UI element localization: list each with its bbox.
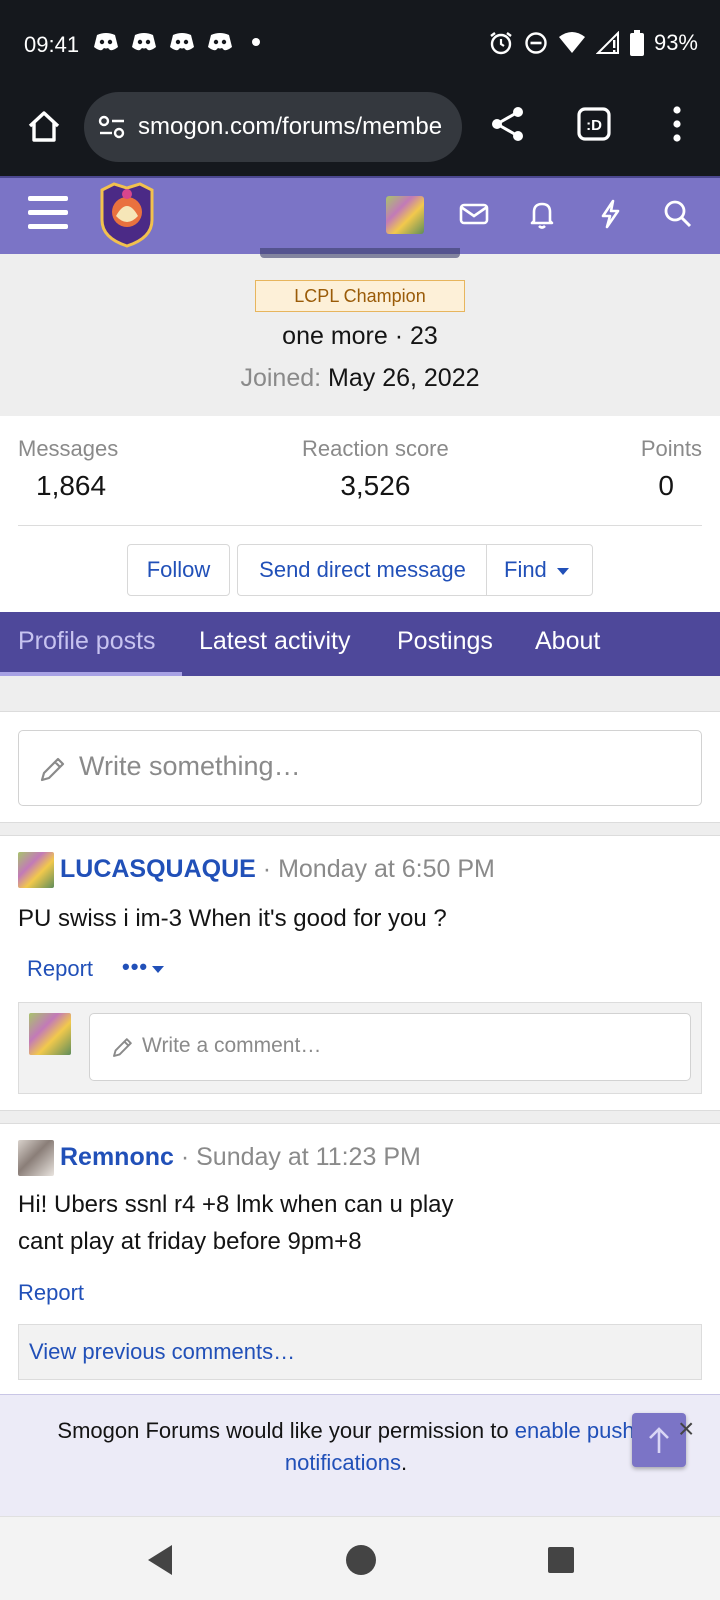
bolt-icon[interactable]	[592, 196, 628, 232]
post-body: PU swiss i im-3 When it's good for you ?	[18, 900, 447, 937]
stat-label: Messages	[18, 436, 119, 461]
pencil-icon	[113, 1038, 132, 1057]
push-notification-banner: Smogon Forums would like your permission…	[0, 1394, 720, 1516]
wifi-icon	[558, 32, 585, 53]
home-icon[interactable]	[24, 106, 64, 146]
user-banner: LCPL Champion	[255, 280, 465, 312]
push-message: Smogon Forums would like your permission…	[36, 1415, 656, 1479]
signal-icon	[595, 31, 619, 54]
username-cropped	[260, 248, 460, 258]
post-body-line: Hi! Ubers ssnl r4 +8 lmk when can u play	[18, 1191, 454, 1218]
joined-label: Joined:	[240, 364, 322, 392]
back-icon[interactable]	[148, 1545, 172, 1575]
status-time: 09:41	[24, 32, 80, 57]
post-username[interactable]: Remnonc	[60, 1143, 174, 1171]
menu-icon[interactable]	[28, 196, 68, 232]
member-stats: Messages 1,864 Reaction score 3,526 Poin…	[18, 416, 702, 526]
find-dropdown-button[interactable]: Find	[486, 544, 593, 596]
share-icon[interactable]	[488, 104, 528, 144]
chevron-down-icon	[556, 567, 569, 575]
battery-percent: 93%	[653, 30, 698, 55]
tab-postings[interactable]: Postings	[397, 612, 493, 676]
section-separator	[0, 822, 720, 836]
svg-text::D: :D	[586, 117, 602, 134]
search-icon[interactable]	[660, 196, 696, 232]
stat-messages[interactable]: Messages 1,864	[18, 436, 118, 502]
alarm-icon	[490, 32, 512, 55]
system-status-icons: 93%	[488, 30, 698, 56]
system-navigation-bar	[0, 1516, 720, 1600]
joined-line: Joined: May 26, 2022	[0, 364, 720, 393]
post-body-line: PU swiss i im-3 When it's good for you ?	[18, 905, 447, 932]
section-spacer	[0, 676, 720, 712]
avatar[interactable]	[29, 1013, 71, 1055]
overflow-menu-icon[interactable]	[664, 104, 690, 144]
write-comment-input[interactable]: Write a comment…	[89, 1013, 691, 1081]
write-something-input[interactable]: Write something…	[18, 730, 702, 806]
address-bar[interactable]: smogon.com/forums/membe	[84, 92, 462, 162]
url-text: smogon.com/forums/membe	[138, 113, 443, 140]
profile-header: LCPL Champion one more · 23 Joined: May …	[0, 248, 720, 416]
post-header: LUCASQUAQUE · Monday at 6:50 PM	[60, 855, 495, 884]
tab-about[interactable]: About	[535, 612, 600, 676]
close-button[interactable]: ×	[678, 1413, 694, 1445]
joined-date: May 26, 2022	[328, 364, 480, 392]
report-link[interactable]: Report	[18, 1280, 84, 1306]
section-separator	[0, 1110, 720, 1124]
more-notifications-dot	[252, 38, 260, 46]
stat-reaction-score[interactable]: Reaction score 3,526	[302, 436, 449, 502]
post-time[interactable]: · Sunday at 11:23 PM	[181, 1143, 421, 1171]
dnd-icon	[525, 32, 547, 54]
mail-icon[interactable]	[456, 196, 492, 232]
notification-icons	[92, 30, 260, 54]
stat-value: 3,526	[340, 470, 411, 501]
battery-icon	[629, 30, 644, 56]
browser-toolbar: smogon.com/forums/membe :D	[0, 88, 720, 176]
comment-placeholder: Write a comment…	[142, 1034, 322, 1057]
post-body: Hi! Ubers ssnl r4 +8 lmk when can u play…	[18, 1186, 454, 1260]
stat-value: 1,864	[36, 470, 107, 501]
bell-icon[interactable]	[524, 196, 560, 232]
site-settings-icon[interactable]	[98, 114, 126, 140]
post-time[interactable]: · Monday at 6:50 PM	[263, 855, 495, 883]
view-previous-comments-link[interactable]: View previous comments…	[29, 1339, 295, 1365]
tab-latest-activity[interactable]: Latest activity	[199, 612, 350, 676]
site-logo[interactable]	[96, 182, 158, 248]
discord-icon	[170, 33, 194, 51]
post-body-line: cant play at friday before 9pm+8	[18, 1228, 362, 1255]
home-button-icon[interactable]	[346, 1545, 376, 1575]
site-header	[0, 176, 720, 254]
tab-switcher-icon[interactable]: :D	[576, 106, 612, 142]
post-username[interactable]: LUCASQUAQUE	[60, 855, 256, 883]
tab-profile-posts[interactable]: Profile posts	[18, 612, 156, 676]
post-header: Remnonc · Sunday at 11:23 PM	[60, 1143, 421, 1172]
stat-label: Reaction score	[302, 436, 449, 461]
avatar[interactable]	[18, 852, 54, 888]
discord-icon	[94, 33, 118, 51]
chevron-down-icon	[152, 966, 164, 973]
stat-points[interactable]: Points 0	[641, 436, 702, 502]
avatar[interactable]	[386, 196, 424, 234]
discord-icon	[132, 33, 156, 51]
profile-tabs: Profile posts Latest activity Postings A…	[0, 612, 720, 677]
follow-button[interactable]: Follow	[127, 544, 230, 596]
stat-label: Points	[640, 436, 702, 461]
recent-apps-icon[interactable]	[548, 1547, 574, 1573]
stat-value: 0	[658, 470, 674, 501]
user-title-line: one more · 23	[282, 322, 438, 350]
push-text: Smogon Forums would like your permission…	[57, 1418, 509, 1443]
push-text-end: .	[401, 1450, 408, 1475]
report-link[interactable]: Report	[27, 956, 93, 982]
discord-icon	[208, 33, 232, 51]
avatar[interactable]	[18, 1140, 54, 1176]
status-bar: 09:41 93%	[0, 0, 720, 88]
comment-area: Write a comment…	[18, 1002, 702, 1094]
find-label: Find	[504, 557, 547, 582]
send-direct-message-button[interactable]: Send direct message	[237, 544, 487, 596]
previous-comments-box: View previous comments…	[18, 1324, 702, 1380]
more-options-button[interactable]: •••	[122, 954, 148, 980]
write-placeholder: Write something…	[79, 751, 301, 781]
pencil-icon	[40, 757, 65, 782]
